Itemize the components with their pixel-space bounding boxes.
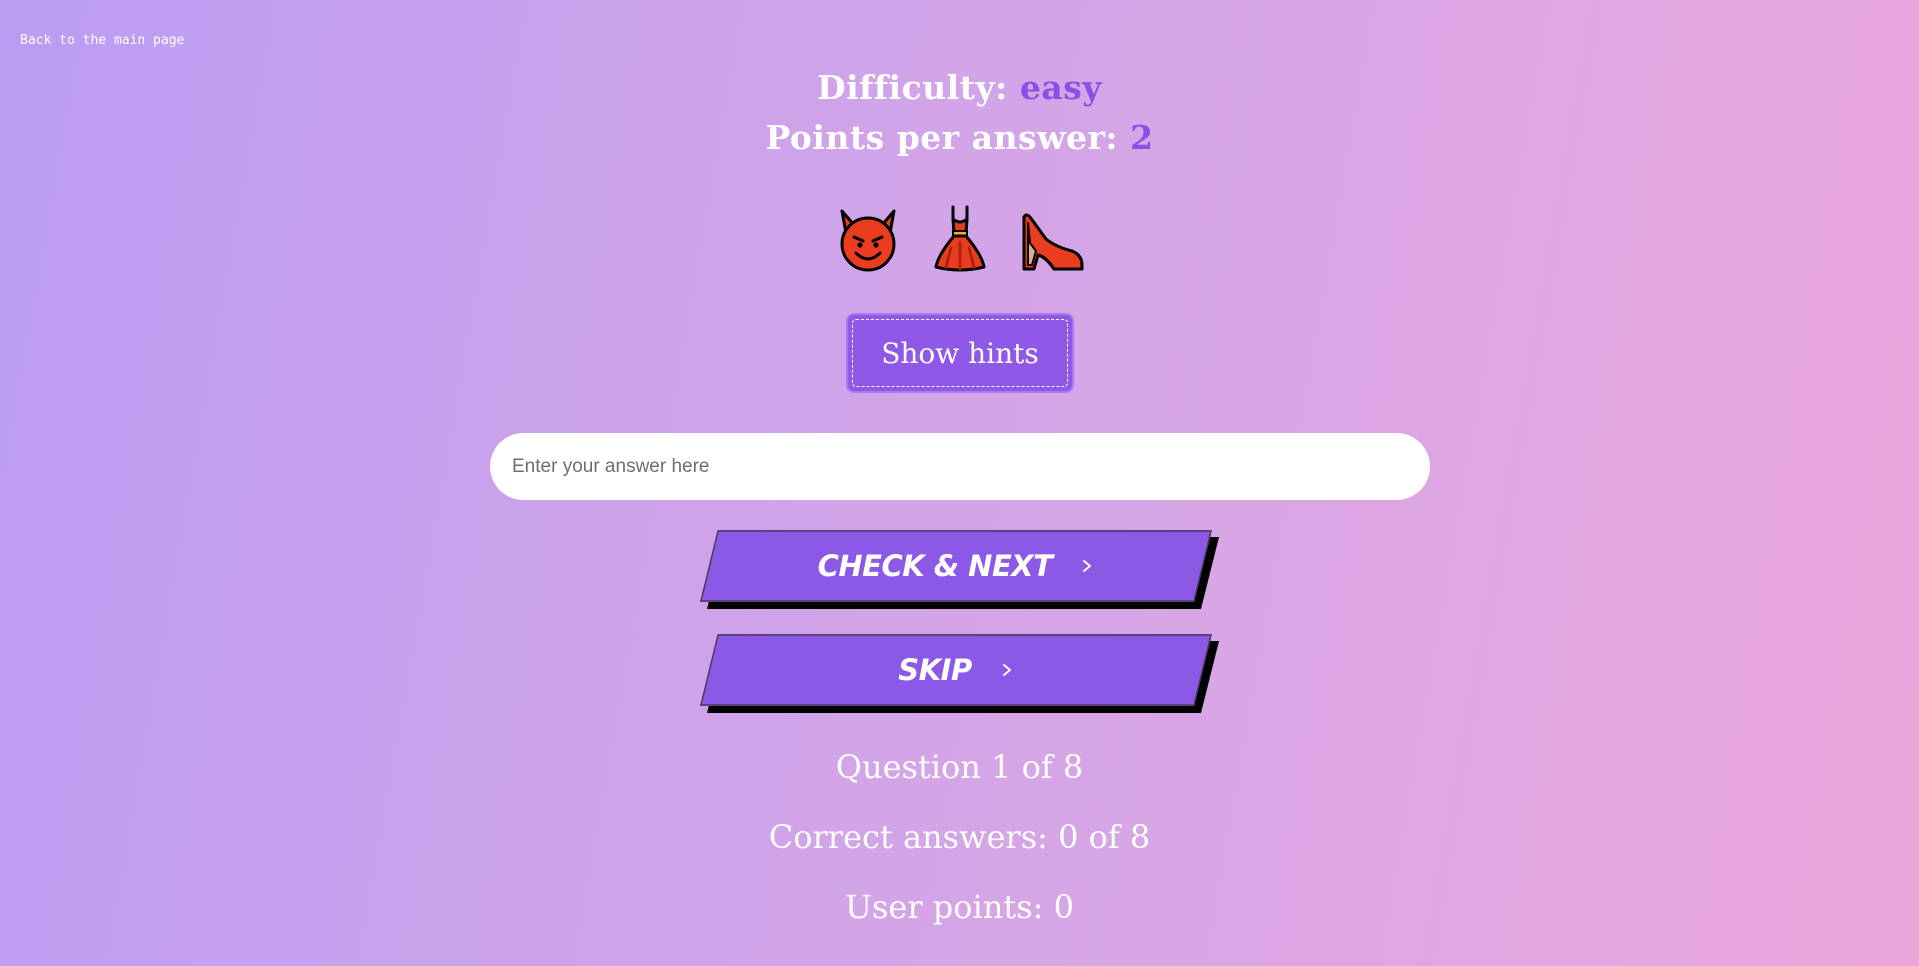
points-per-answer-heading: Points per answer: 2 — [0, 118, 1919, 157]
red-dress-icon — [934, 205, 985, 272]
check-and-next-button[interactable]: CHECK & NEXT — [700, 530, 1220, 604]
difficulty-value: easy — [1019, 68, 1102, 107]
points-per-answer-value: 2 — [1130, 118, 1154, 157]
difficulty-label: Difficulty: — [817, 68, 1008, 107]
show-hints-label: Show hints — [852, 319, 1068, 387]
chevron-right-icon — [1083, 560, 1092, 572]
skip-label: SKIP — [898, 653, 972, 687]
smiling-devil-icon — [840, 209, 895, 272]
answer-input[interactable] — [490, 433, 1430, 500]
high-heel-shoe-icon — [1022, 213, 1083, 271]
emoji-puzzle — [0, 203, 1919, 275]
check-and-next-label: CHECK & NEXT — [817, 549, 1053, 583]
user-points: User points: 0 — [845, 888, 1074, 926]
back-to-main-link[interactable]: Back to the main page — [20, 33, 184, 48]
question-progress: Question 1 of 8 — [835, 748, 1084, 786]
skip-button[interactable]: SKIP — [700, 634, 1220, 708]
points-per-answer-label: Points per answer: — [765, 118, 1119, 157]
chevron-right-icon — [1002, 664, 1011, 676]
correct-answers-count: Correct answers: 0 of 8 — [768, 818, 1151, 856]
check-and-next-content: CHECK & NEXT — [700, 530, 1212, 602]
difficulty-heading: Difficulty: easy — [0, 68, 1919, 107]
show-hints-button[interactable]: Show hints — [846, 313, 1074, 393]
skip-content: SKIP — [700, 634, 1212, 706]
